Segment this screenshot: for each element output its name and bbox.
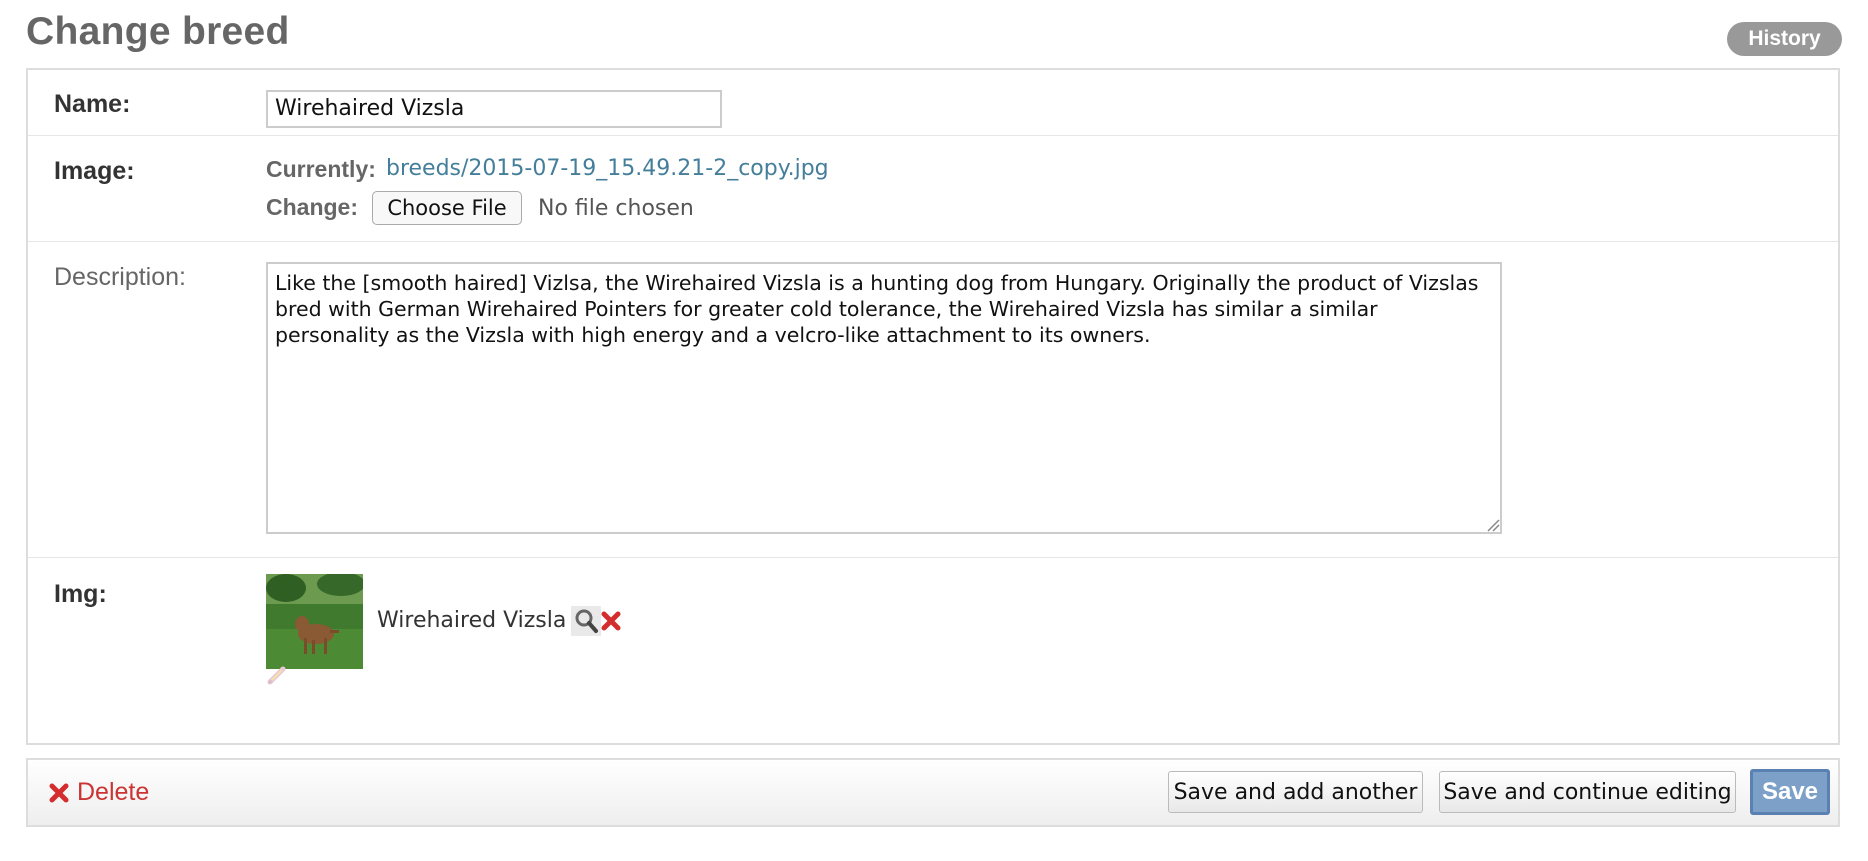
form-row-name: Name: Wirehaired Vizsla xyxy=(28,70,1838,136)
history-button[interactable]: History xyxy=(1727,22,1842,56)
img-label: Img: xyxy=(54,580,107,608)
save-and-continue-button[interactable]: Save and continue editing xyxy=(1439,771,1736,813)
name-input[interactable]: Wirehaired Vizsla xyxy=(266,90,722,128)
description-label: Description: xyxy=(54,263,186,291)
choose-file-button[interactable]: Choose File xyxy=(372,191,522,225)
page-title: Change breed xyxy=(26,10,290,53)
breed-form-fieldset: Name: Wirehaired Vizsla Image: Currently… xyxy=(26,68,1840,745)
description-textarea[interactable]: Like the [smooth haired] Vizlsa, the Wir… xyxy=(266,262,1502,534)
pencil-icon[interactable] xyxy=(266,664,288,686)
form-row-description: Description: Like the [smooth haired] Vi… xyxy=(28,242,1838,558)
name-label: Name: xyxy=(54,90,131,118)
delete-label: Delete xyxy=(77,778,150,806)
resize-grip-icon[interactable] xyxy=(1486,518,1500,532)
change-label: Change: xyxy=(266,194,358,220)
form-row-img: Img: Wirehaired Vizsla xyxy=(28,558,1838,743)
save-and-add-another-button[interactable]: Save and add another xyxy=(1168,771,1423,813)
magnifier-icon[interactable] xyxy=(571,606,601,636)
red-x-icon[interactable] xyxy=(599,609,623,633)
delete-link[interactable]: Delete xyxy=(48,778,149,807)
image-label: Image: xyxy=(54,157,135,185)
currently-label: Currently: xyxy=(266,156,376,182)
img-selected-name: Wirehaired Vizsla xyxy=(377,608,567,633)
no-file-chosen-text: No file chosen xyxy=(538,196,694,221)
delete-x-icon xyxy=(49,783,69,802)
dog-thumbnail-image[interactable] xyxy=(266,574,363,669)
form-row-image: Image: Currently: breeds/2015-07-19_15.4… xyxy=(28,136,1838,242)
submit-row: Delete Save and add another Save and con… xyxy=(26,758,1840,827)
current-image-link[interactable]: breeds/2015-07-19_15.49.21-2_copy.jpg xyxy=(386,156,829,181)
save-button[interactable]: Save xyxy=(1750,769,1830,815)
